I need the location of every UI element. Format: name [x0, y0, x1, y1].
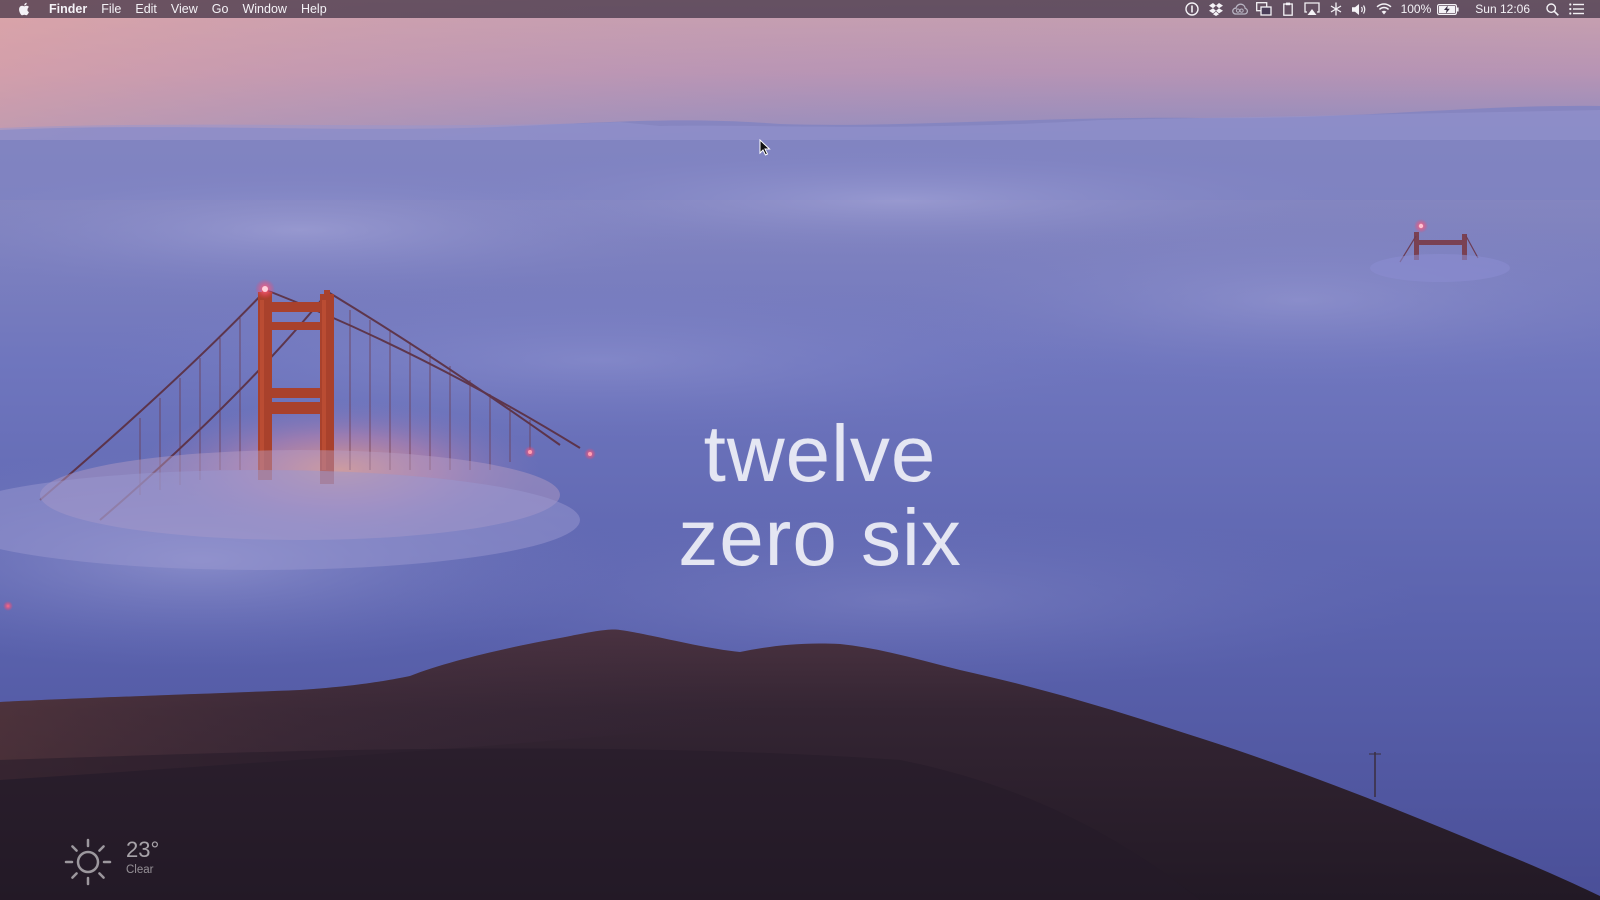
- battery-charging-icon[interactable]: [1436, 0, 1460, 18]
- menu-file[interactable]: File: [94, 0, 128, 18]
- weather-widget: 23° Clear: [64, 838, 159, 886]
- menu-help[interactable]: Help: [294, 0, 334, 18]
- apple-logo-icon[interactable]: [14, 0, 34, 18]
- weather-condition: Clear: [126, 864, 154, 876]
- clock-minute-text: zero six: [678, 493, 962, 582]
- creative-cloud-icon[interactable]: [1228, 0, 1252, 18]
- wifi-icon[interactable]: [1372, 0, 1396, 18]
- menu-bar-right: 100% Sun 12:06: [1180, 0, 1600, 18]
- network-icon[interactable]: [1324, 0, 1348, 18]
- weather-temperature: 23°: [126, 837, 160, 862]
- clock-hour-text: twelve: [703, 409, 937, 498]
- notification-center-icon[interactable]: [1564, 0, 1588, 18]
- menu-app-finder[interactable]: Finder: [42, 0, 94, 18]
- clipboard-icon[interactable]: [1276, 0, 1300, 18]
- mouse-cursor-icon: [759, 139, 771, 156]
- menu-bar-left: Finder File Edit View Go Window Help: [0, 0, 334, 18]
- clock-widget: twelve zero six: [600, 412, 1040, 580]
- weather-text: 23° Clear: [126, 838, 159, 878]
- battery-percent[interactable]: 100%: [1396, 0, 1437, 18]
- menu-view[interactable]: View: [164, 0, 205, 18]
- menu-window[interactable]: Window: [235, 0, 293, 18]
- airplay-icon[interactable]: [1300, 0, 1324, 18]
- screen-share-icon[interactable]: [1252, 0, 1276, 18]
- sun-icon: [64, 838, 112, 886]
- menu-go[interactable]: Go: [205, 0, 236, 18]
- dropbox-icon[interactable]: [1204, 0, 1228, 18]
- desktop[interactable]: Finder File Edit View Go Window Help 100…: [0, 0, 1600, 900]
- spotlight-search-icon[interactable]: [1540, 0, 1564, 18]
- 1password-icon[interactable]: [1180, 0, 1204, 18]
- menu-bar-clock[interactable]: Sun 12:06: [1470, 0, 1540, 18]
- menu-edit[interactable]: Edit: [128, 0, 164, 18]
- volume-icon[interactable]: [1348, 0, 1372, 18]
- menu-bar: Finder File Edit View Go Window Help 100…: [0, 0, 1600, 18]
